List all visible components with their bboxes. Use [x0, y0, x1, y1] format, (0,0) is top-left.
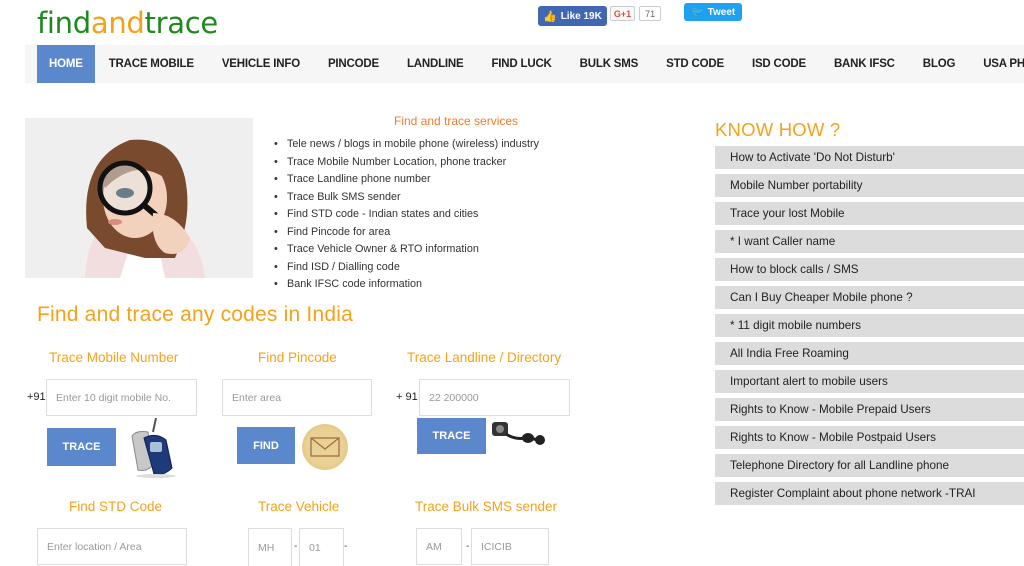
nav-isd-code[interactable]: ISD CODE: [738, 45, 820, 83]
know-how-item[interactable]: How to Activate 'Do Not Disturb': [715, 146, 1024, 169]
std-location-input[interactable]: Enter location / Area: [37, 528, 187, 565]
nav-landline[interactable]: LANDLINE: [393, 45, 478, 83]
main-navigation: HOME TRACE MOBILE VEHICLE INFO PINCODE L…: [25, 45, 1024, 83]
know-how-item[interactable]: * 11 digit mobile numbers: [715, 314, 1024, 337]
know-how-item[interactable]: Rights to Know - Mobile Postpaid Users: [715, 426, 1024, 449]
logo-part-find: find: [37, 6, 91, 40]
know-how-item[interactable]: Mobile Number portability: [715, 174, 1024, 197]
service-item: Find ISD / Dialling code: [272, 259, 539, 277]
thumbs-up-icon: 👍: [543, 10, 557, 23]
services-list: Tele news / blogs in mobile phone (wirel…: [272, 136, 539, 294]
service-item: Find STD code - Indian states and cities: [272, 206, 539, 224]
vehicle-district-input[interactable]: 01: [299, 528, 344, 566]
main-heading: Find and trace any codes in India: [37, 303, 353, 326]
know-how-item[interactable]: * I want Caller name: [715, 230, 1024, 253]
flip-phone-icon: [126, 417, 178, 478]
like-label: Like: [560, 10, 581, 22]
know-how-item[interactable]: Rights to Know - Mobile Prepaid Users: [715, 398, 1024, 421]
nav-std-code[interactable]: STD CODE: [652, 45, 738, 83]
nav-vehicle-info[interactable]: VEHICLE INFO: [208, 45, 314, 83]
sms-operator-input[interactable]: AM: [416, 528, 462, 565]
envelope-icon: [300, 424, 350, 470]
nav-home[interactable]: HOME: [37, 45, 95, 83]
sms-separator: -: [466, 541, 470, 552]
nav-pincode[interactable]: PINCODE: [314, 45, 393, 83]
mobile-number-input[interactable]: Enter 10 digit mobile No.: [46, 379, 197, 416]
nav-bank-ifsc[interactable]: BANK IFSC: [820, 45, 909, 83]
find-pincode-title: Find Pincode: [258, 350, 337, 365]
know-how-title: KNOW HOW ?: [715, 119, 841, 140]
service-item: Trace Landline phone number: [272, 171, 539, 189]
logo-part-and: and: [90, 6, 145, 40]
service-item: Trace Vehicle Owner & RTO information: [272, 241, 539, 259]
tweet-button[interactable]: 🐦 Tweet: [684, 3, 743, 21]
landline-phone-icon: [490, 420, 545, 450]
landline-prefix: + 91: [396, 391, 418, 403]
pincode-area-input[interactable]: Enter area: [222, 379, 372, 416]
hero-image-magnifier-woman: [25, 118, 253, 278]
mobile-prefix: +91: [27, 391, 46, 403]
service-item: Trace Mobile Number Location, phone trac…: [272, 154, 539, 172]
site-logo[interactable]: findandtrace: [37, 6, 218, 40]
trace-bulk-sms-title: Trace Bulk SMS sender: [415, 499, 558, 514]
nav-usa-phone[interactable]: USA PHONE: [969, 45, 1024, 83]
know-how-item[interactable]: All India Free Roaming: [715, 342, 1024, 365]
logo-part-trace: trace: [144, 6, 219, 40]
vehicle-separator: -: [294, 541, 298, 552]
know-how-item[interactable]: Telephone Directory for all Landline pho…: [715, 454, 1024, 477]
sms-sender-input[interactable]: ICICIB: [471, 528, 549, 565]
like-count: 19K: [583, 10, 602, 22]
vehicle-separator-2: -: [344, 541, 348, 552]
tweet-label: Tweet: [707, 6, 736, 18]
google-plus-count: 71: [639, 6, 662, 21]
know-how-item[interactable]: Register Complaint about phone network -…: [715, 482, 1024, 505]
facebook-like-button[interactable]: 👍 Like 19K: [538, 6, 607, 26]
trace-mobile-button[interactable]: TRACE: [47, 428, 116, 466]
know-how-list: How to Activate 'Do Not Disturb' Mobile …: [715, 146, 1024, 510]
landline-number-input[interactable]: 22 200000: [419, 379, 570, 416]
know-how-item[interactable]: How to block calls / SMS: [715, 258, 1024, 281]
twitter-bird-icon: 🐦: [691, 6, 704, 18]
services-title: Find and trace services: [394, 114, 519, 128]
nav-find-luck[interactable]: FIND LUCK: [477, 45, 565, 83]
nav-blog[interactable]: BLOG: [909, 45, 969, 83]
nav-trace-mobile[interactable]: TRACE MOBILE: [95, 45, 208, 83]
find-std-title: Find STD Code: [69, 499, 163, 514]
know-how-item[interactable]: Can I Buy Cheaper Mobile phone ?: [715, 286, 1024, 309]
service-item: Tele news / blogs in mobile phone (wirel…: [272, 136, 539, 154]
trace-landline-button[interactable]: TRACE: [417, 418, 486, 454]
trace-vehicle-title: Trace Vehicle: [258, 499, 340, 514]
find-pincode-button[interactable]: FIND: [237, 427, 295, 464]
trace-mobile-title: Trace Mobile Number: [49, 350, 179, 365]
service-item: Find Pincode for area: [272, 224, 539, 242]
know-how-item[interactable]: Important alert to mobile users: [715, 370, 1024, 393]
service-item: Trace Bulk SMS sender: [272, 189, 539, 207]
trace-landline-title: Trace Landline / Directory: [407, 350, 562, 365]
service-item: Bank IFSC code information: [272, 276, 539, 294]
google-plus-button[interactable]: G+1: [609, 6, 636, 21]
vehicle-state-input[interactable]: MH: [248, 528, 292, 566]
social-buttons: 👍 Like 19K G+1 71 🐦 Tweet: [538, 3, 743, 26]
nav-bulk-sms[interactable]: BULK SMS: [566, 45, 652, 83]
know-how-item[interactable]: Trace your lost Mobile: [715, 202, 1024, 225]
